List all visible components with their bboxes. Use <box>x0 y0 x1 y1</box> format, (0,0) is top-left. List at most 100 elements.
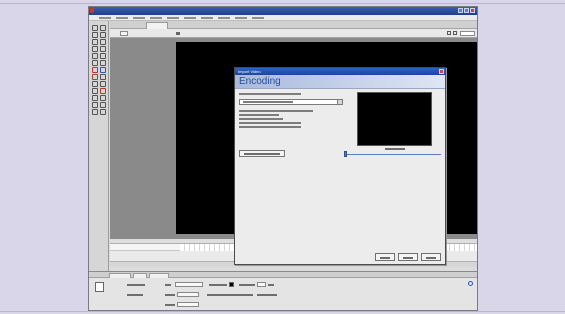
ink-bottle-tool-icon[interactable] <box>92 67 98 73</box>
dialog-header: Encoding <box>235 75 445 89</box>
filename-label <box>127 294 143 296</box>
flash-app-window: Import Video Encoding <box>88 6 478 311</box>
menu-item[interactable] <box>116 16 128 19</box>
edit-bar <box>110 29 477 38</box>
maximize-button[interactable] <box>464 8 469 13</box>
stroke-color-icon[interactable] <box>92 88 98 94</box>
size-button[interactable] <box>175 282 203 287</box>
tool-grid <box>92 25 106 115</box>
chevron-down-icon <box>337 100 342 104</box>
background-color-swatch[interactable] <box>229 282 234 287</box>
help-icon[interactable] <box>468 281 473 286</box>
frame-rate-label <box>239 284 255 286</box>
tool-option-icon[interactable] <box>100 109 106 115</box>
selection-tool-icon[interactable] <box>92 25 98 31</box>
profile-description-line <box>239 118 283 120</box>
profile-description-line <box>239 122 301 124</box>
fill-color-icon[interactable] <box>100 88 106 94</box>
menu-item[interactable] <box>201 16 213 19</box>
tab-parameters[interactable] <box>149 273 169 278</box>
gradient-tool-icon[interactable] <box>100 32 106 38</box>
advanced-settings-button[interactable] <box>239 150 285 157</box>
preview-scrubber[interactable] <box>345 154 441 155</box>
page-top-rule <box>0 3 565 4</box>
dialog-close-button[interactable] <box>439 69 444 74</box>
document-tab[interactable] <box>146 22 168 29</box>
dialog-heading: Encoding <box>239 76 281 87</box>
properties-tab-bar <box>89 272 477 278</box>
frame-rate-field[interactable] <box>257 282 266 287</box>
video-preview <box>357 92 432 146</box>
background-label <box>209 284 227 286</box>
zoom-tool-icon[interactable] <box>100 81 106 87</box>
profile-description-line <box>239 114 279 116</box>
import-video-dialog: Import Video Encoding <box>234 67 446 265</box>
back-button-label <box>380 257 390 259</box>
menu-item[interactable] <box>252 16 264 19</box>
device-label <box>165 304 175 306</box>
paint-bucket-tool-icon[interactable] <box>100 67 106 73</box>
publish-label <box>165 294 175 296</box>
menu-item[interactable] <box>235 16 247 19</box>
eyedropper-tool-icon[interactable] <box>92 74 98 80</box>
profile-prompt <box>239 93 301 95</box>
back-button[interactable] <box>120 31 128 36</box>
lasso-tool-icon[interactable] <box>100 39 106 45</box>
dialog-title: Import Video <box>238 69 261 74</box>
cancel-button-label <box>426 257 436 259</box>
edit-scene-icon[interactable] <box>447 31 451 35</box>
straighten-option-icon[interactable] <box>92 109 98 115</box>
pencil-tool-icon[interactable] <box>92 60 98 66</box>
page-bottom-rule <box>0 311 565 312</box>
app-titlebar <box>89 7 477 15</box>
menu-item[interactable] <box>218 16 230 19</box>
menu-item[interactable] <box>184 16 196 19</box>
snap-option-icon[interactable] <box>92 102 98 108</box>
next-button[interactable] <box>398 253 418 261</box>
menu-item[interactable] <box>99 16 111 19</box>
fps-label <box>268 284 274 286</box>
next-button-label <box>403 257 413 259</box>
edit-symbol-icon[interactable] <box>453 31 457 35</box>
smooth-option-icon[interactable] <box>100 102 106 108</box>
swap-colors-icon[interactable] <box>100 95 106 101</box>
publish-settings-button[interactable] <box>177 292 199 297</box>
menu-item[interactable] <box>150 16 162 19</box>
subselection-tool-icon[interactable] <box>100 25 106 31</box>
device-settings-button[interactable] <box>177 302 199 307</box>
scrubber-handle[interactable] <box>344 151 347 157</box>
size-label <box>165 284 171 286</box>
minimize-button[interactable] <box>458 8 463 13</box>
rectangle-tool-icon[interactable] <box>100 53 106 59</box>
pen-tool-icon[interactable] <box>92 46 98 52</box>
edit-bar-icons <box>447 31 457 35</box>
brush-tool-icon[interactable] <box>100 60 106 66</box>
tab-filters[interactable] <box>133 273 147 278</box>
eraser-tool-icon[interactable] <box>100 74 106 80</box>
encoding-profile-select[interactable] <box>239 99 343 105</box>
cancel-button[interactable] <box>421 253 441 261</box>
menu-item[interactable] <box>133 16 145 19</box>
app-icon <box>90 8 94 13</box>
zoom-select[interactable] <box>460 31 475 36</box>
close-button[interactable] <box>470 8 475 13</box>
free-transform-tool-icon[interactable] <box>92 32 98 38</box>
document-icon <box>95 282 104 292</box>
line-tool-icon[interactable] <box>92 39 98 45</box>
scene-icon <box>176 32 180 35</box>
layer-row[interactable] <box>110 244 180 251</box>
oval-tool-icon[interactable] <box>92 53 98 59</box>
document-tab-bar <box>110 21 477 29</box>
window-controls <box>458 8 475 13</box>
preview-timecode <box>385 148 405 150</box>
menu-item[interactable] <box>167 16 179 19</box>
black-white-icon[interactable] <box>92 95 98 101</box>
profile-description-line <box>239 110 313 112</box>
back-button[interactable] <box>375 253 395 261</box>
profile-label <box>257 294 277 296</box>
tab-properties[interactable] <box>109 273 131 278</box>
hand-tool-icon[interactable] <box>92 81 98 87</box>
profile-description-line <box>239 126 301 128</box>
text-tool-icon[interactable] <box>100 46 106 52</box>
player-info-label <box>207 294 253 296</box>
